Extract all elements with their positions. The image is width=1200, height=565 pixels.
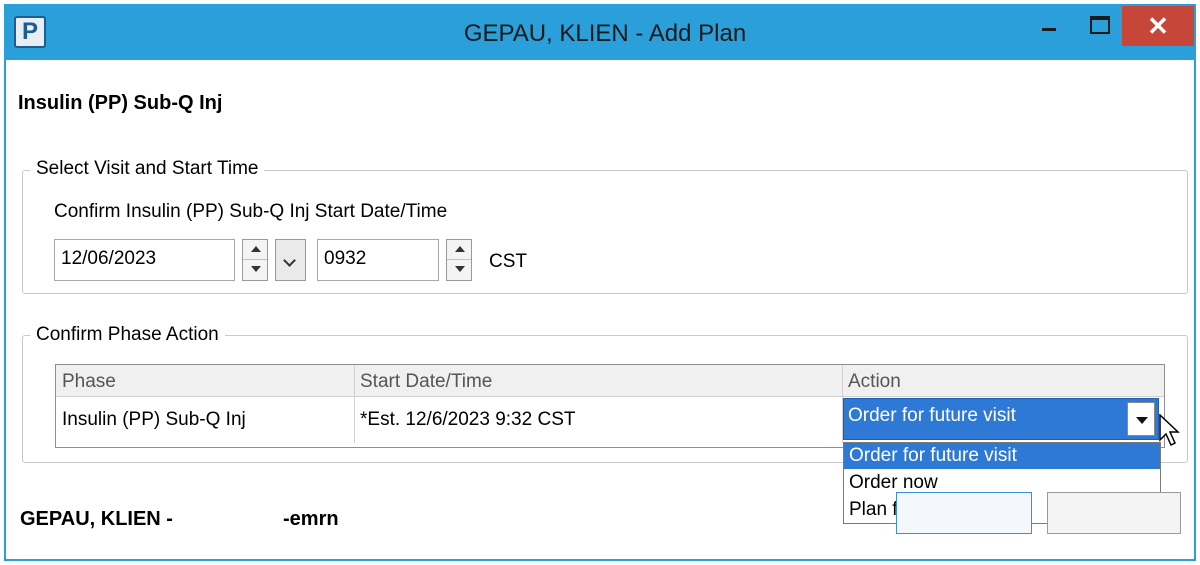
action-select-value: Order for future visit bbox=[848, 405, 1016, 426]
cancel-button[interactable] bbox=[1047, 492, 1181, 534]
start-cell: *Est. 12/6/2023 9:32 CST bbox=[360, 409, 576, 430]
date-down-arrow-icon[interactable] bbox=[243, 260, 267, 280]
date-up-arrow-icon[interactable] bbox=[243, 240, 267, 260]
maximize-button[interactable] bbox=[1076, 6, 1122, 42]
timezone-label: CST bbox=[489, 251, 527, 272]
grid-header: Phase Start Date/Time Action bbox=[56, 365, 1164, 397]
action-option-future-visit[interactable]: Order for future visit bbox=[844, 443, 1160, 469]
minimize-button[interactable] bbox=[1026, 6, 1072, 42]
close-icon: ✕ bbox=[1147, 11, 1169, 41]
time-down-arrow-icon[interactable] bbox=[447, 260, 471, 280]
patient-mrn: -emrn bbox=[283, 508, 339, 530]
column-header-phase[interactable]: Phase bbox=[62, 371, 116, 393]
phase-cell: Insulin (PP) Sub-Q Inj bbox=[62, 409, 246, 430]
column-header-start[interactable]: Start Date/Time bbox=[360, 371, 492, 393]
title-bar: P GEPAU, KLIEN - Add Plan ✕ bbox=[6, 6, 1194, 60]
phase-action-legend: Confirm Phase Action bbox=[30, 324, 225, 346]
start-date-input[interactable]: 12/06/2023 bbox=[54, 239, 235, 281]
close-button[interactable]: ✕ bbox=[1122, 6, 1194, 46]
column-divider bbox=[354, 365, 355, 443]
action-select[interactable]: Order for future visit bbox=[843, 398, 1159, 440]
ok-button[interactable] bbox=[896, 492, 1032, 534]
start-time-input[interactable]: 0932 bbox=[317, 239, 439, 281]
date-picker-button[interactable] bbox=[275, 239, 306, 281]
window-title: GEPAU, KLIEN - Add Plan bbox=[463, 20, 747, 47]
confirm-start-label: Confirm Insulin (PP) Sub-Q Inj Start Dat… bbox=[54, 201, 448, 222]
date-stepper[interactable] bbox=[242, 239, 268, 281]
mouse-cursor-icon bbox=[1159, 414, 1180, 447]
visit-start-legend: Select Visit and Start Time bbox=[30, 158, 265, 180]
chevron-down-icon[interactable] bbox=[1127, 402, 1155, 436]
patient-name: GEPAU, KLIEN - bbox=[20, 508, 173, 530]
time-stepper[interactable] bbox=[446, 239, 472, 281]
plan-title: Insulin (PP) Sub-Q Inj bbox=[18, 92, 223, 114]
column-header-action[interactable]: Action bbox=[848, 371, 901, 393]
time-up-arrow-icon[interactable] bbox=[447, 240, 471, 260]
